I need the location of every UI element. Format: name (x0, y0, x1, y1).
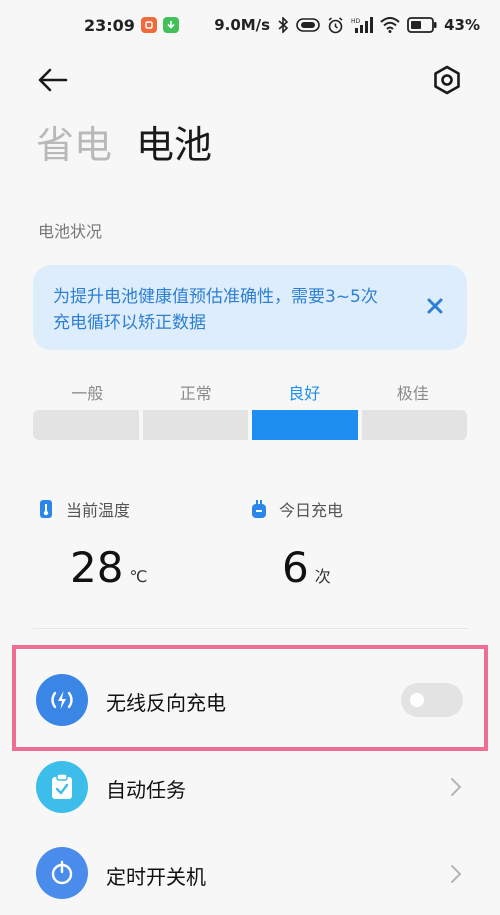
hexagon-settings-icon (434, 65, 460, 95)
tip-banner: 为提升电池健康值预估准确性，需要3~5次 充电循环以矫正数据 (33, 265, 467, 350)
clipboard-check-icon (36, 761, 88, 813)
divider (33, 628, 467, 629)
status-left: 23:09 (84, 16, 179, 35)
wifi-icon (380, 17, 400, 33)
bluetooth-icon (277, 17, 289, 33)
charges-today-label: 今日充电 (279, 501, 344, 520)
thermometer-icon (40, 500, 52, 518)
list-item-label: 自动任务 (106, 778, 186, 802)
charges-today-value: 6 (282, 543, 309, 592)
network-speed: 9.0M/s (214, 16, 271, 34)
health-segment (142, 410, 248, 440)
title-tabs: 省电 电池 (36, 122, 212, 168)
list-item-label: 定时开关机 (106, 865, 206, 889)
status-right: 9.0M/s HD 43% (214, 16, 480, 34)
settings-button[interactable] (430, 63, 464, 97)
toggle-icon (296, 18, 320, 32)
chevron-right-icon (451, 778, 462, 796)
download-icon (162, 17, 179, 33)
tip-close-button[interactable] (425, 296, 445, 316)
health-level-label: 一般 (71, 384, 104, 403)
svg-text:HD: HD (351, 18, 361, 25)
health-level-label-active: 良好 (288, 384, 321, 403)
list-item-scheduled-power[interactable]: 定时开关机 (0, 835, 500, 915)
status-time: 23:09 (84, 15, 135, 35)
charges-today-unit: 次 (314, 567, 331, 586)
health-level-label: 极佳 (396, 384, 429, 403)
health-level-label: 正常 (179, 384, 212, 403)
mi-app-icon (140, 17, 157, 33)
tip-text-line2: 充电循环以矫正数据 (53, 313, 206, 333)
alarm-icon (327, 16, 344, 34)
signal-icon: HD (351, 17, 374, 33)
list-item-wireless-reverse-charging[interactable]: 无线反向充电 (0, 660, 500, 740)
tip-text-line1: 为提升电池健康值预估准确性，需要3~5次 (53, 287, 378, 307)
status-bar: 23:09 9.0M/s HD 43% (0, 0, 500, 50)
toggle-knob (410, 693, 424, 707)
list-item-label: 无线反向充电 (106, 691, 226, 715)
power-clock-icon (36, 847, 88, 899)
health-segment (361, 410, 467, 440)
battery-status-label: 电池状况 (38, 222, 103, 241)
temperature-value: 28 (70, 543, 124, 592)
list-item-auto-tasks[interactable]: 自动任务 (0, 746, 500, 826)
top-bar (0, 55, 500, 105)
close-icon (427, 298, 443, 314)
tab-power-saving[interactable]: 省电 (36, 122, 112, 168)
health-level-labels: 一般 正常 良好 极佳 (33, 380, 467, 404)
chevron-right-icon (451, 865, 462, 883)
health-segment (33, 410, 139, 440)
arrow-left-icon (38, 68, 68, 92)
battery-percent: 43% (444, 16, 480, 34)
health-segment-active (252, 410, 358, 440)
temperature-stat: 当前温度 28 ℃ (38, 497, 147, 592)
wireless-charge-icon (36, 674, 88, 726)
battery-icon (407, 17, 437, 33)
health-level-bar (33, 410, 467, 440)
tab-battery[interactable]: 电池 (136, 122, 212, 168)
wireless-reverse-charging-toggle[interactable] (401, 683, 463, 717)
back-button[interactable] (36, 65, 72, 95)
temperature-label: 当前温度 (66, 501, 131, 520)
temperature-unit: ℃ (129, 567, 148, 586)
charges-today-stat: 今日充电 6 次 (251, 497, 343, 592)
battery-small-icon (252, 500, 266, 518)
